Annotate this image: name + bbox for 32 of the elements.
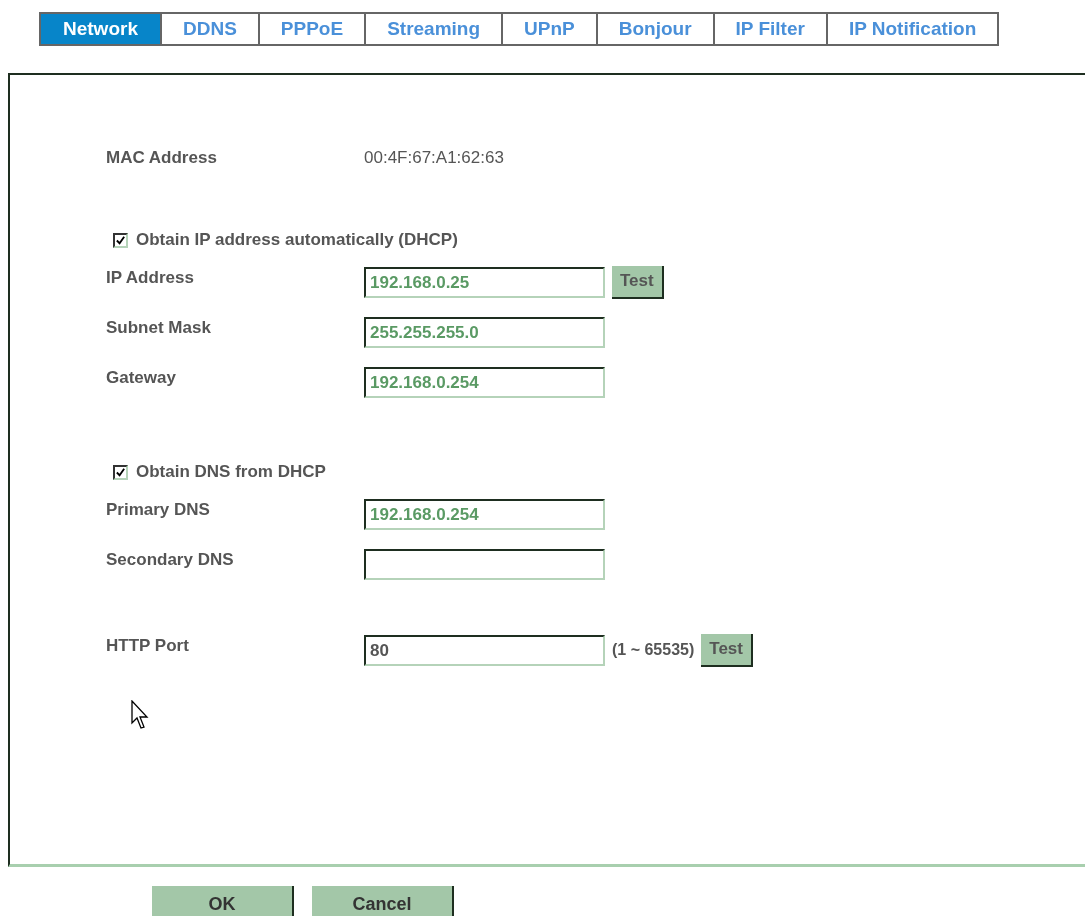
checkbox-label: Obtain DNS from DHCP (136, 462, 326, 482)
input-field[interactable] (364, 548, 605, 580)
tab[interactable]: IP Notification (827, 12, 1000, 46)
field-label: Secondary DNS (106, 550, 235, 570)
field-label: HTTP Port (106, 636, 190, 656)
checkbox-label: Obtain IP address automatically (DHCP) (136, 230, 458, 250)
checkbox[interactable] (113, 464, 128, 480)
input-field[interactable]: 255.255.255.0 (364, 316, 605, 348)
field-label: Primary DNS (106, 500, 211, 520)
test-button[interactable]: Test (701, 633, 753, 667)
form-button[interactable]: Cancel (312, 886, 454, 916)
tab[interactable]: IP Filter (714, 12, 828, 46)
field-label: Subnet Mask (106, 318, 212, 338)
tab[interactable]: UPnP (503, 12, 598, 46)
form-button[interactable]: OK (152, 886, 294, 916)
tab[interactable]: Bonjour (597, 12, 715, 46)
tab[interactable]: Network (39, 12, 162, 46)
checkbox[interactable] (113, 232, 128, 248)
mouse-pointer-icon (131, 700, 151, 730)
range-hint: (1 ~ 65535) (612, 641, 695, 659)
test-button[interactable]: Test (612, 265, 664, 299)
field-value: 00:4F:67:A1:62:63 (364, 148, 504, 168)
tab[interactable]: PPPoE (259, 12, 367, 46)
field-label: IP Address (106, 268, 195, 288)
input-field[interactable]: 80 (364, 634, 605, 666)
input-field[interactable]: 192.168.0.254 (364, 366, 605, 398)
field-label: Gateway (106, 368, 177, 388)
tab[interactable]: DDNS (161, 12, 260, 46)
field-label: MAC Address (106, 148, 218, 168)
input-field[interactable]: 192.168.0.254 (364, 498, 605, 530)
tab[interactable]: Streaming (366, 12, 504, 46)
input-field[interactable]: 192.168.0.25 (364, 266, 605, 298)
